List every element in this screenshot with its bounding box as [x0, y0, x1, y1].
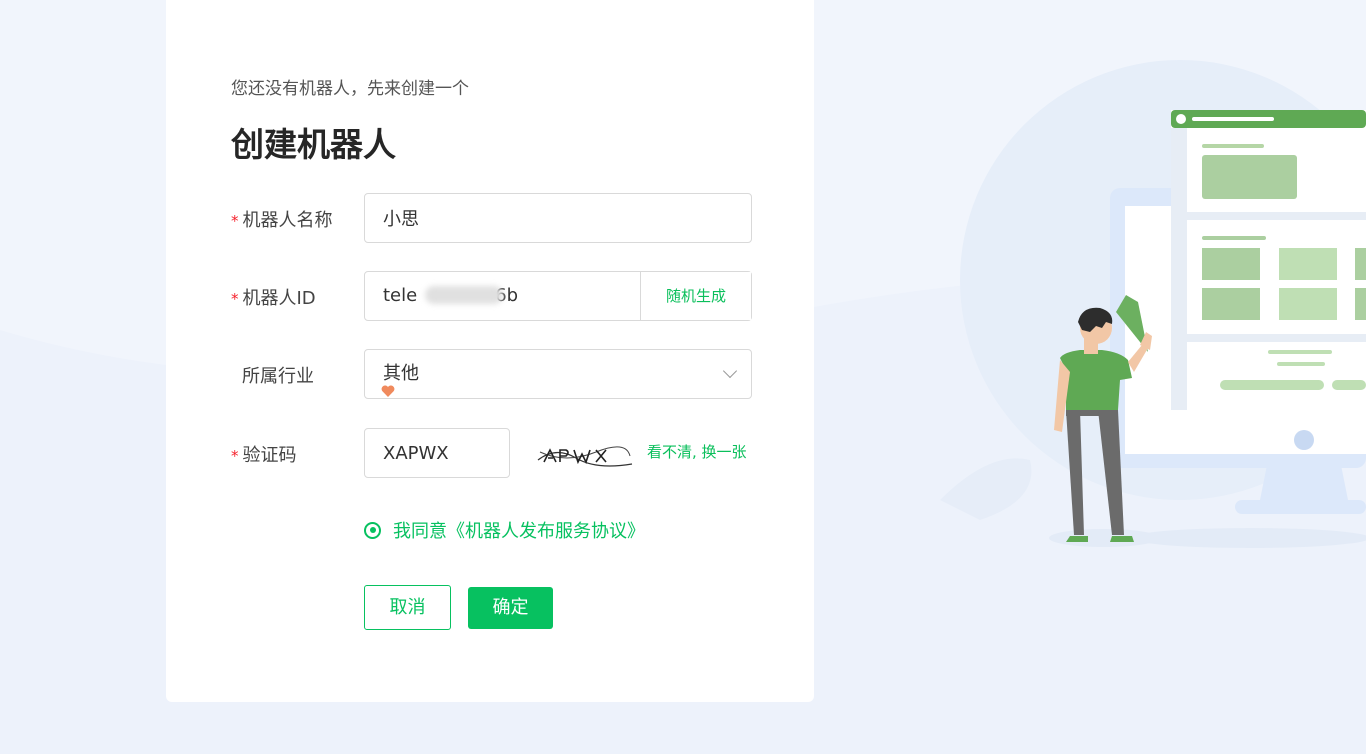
captcha-input[interactable] — [364, 428, 510, 478]
field-label-text: 机器人ID — [242, 288, 316, 309]
page-subtitle: 您还没有机器人，先来创建一个 — [231, 79, 469, 99]
bot-id-input[interactable]: tele 6b 随机生成 — [364, 271, 752, 321]
heart-icon — [381, 385, 395, 397]
bot-name-input[interactable] — [364, 193, 752, 243]
field-label-industry: 所属行业 — [231, 362, 314, 388]
monitor-person-illustration — [940, 110, 1366, 548]
required-marker: * — [231, 290, 239, 308]
required-marker: * — [231, 212, 239, 230]
required-marker: * — [231, 447, 239, 465]
field-label-captcha: * 验证码 — [231, 441, 297, 467]
field-label-name: * 机器人名称 — [231, 206, 333, 232]
page-title: 创建机器人 — [231, 125, 396, 164]
field-label-text: 所属行业 — [242, 366, 314, 387]
cancel-button[interactable]: 取消 — [364, 585, 451, 630]
redaction-blur — [425, 286, 503, 304]
field-label-id: * 机器人ID — [231, 284, 316, 310]
agreement-text[interactable]: 我同意《机器人发布服务协议》 — [393, 517, 645, 543]
industry-select[interactable]: 其他 — [364, 349, 752, 399]
field-row-id: * 机器人ID tele 6b 随机生成 — [166, 271, 814, 321]
field-row-captcha: *验证码 看不清, 换一张 — [166, 428, 814, 478]
field-row-industry: 所属行业 其他 — [166, 349, 814, 399]
captcha-refresh-link[interactable]: 看不清, 换一张 — [647, 441, 747, 462]
captcha-image[interactable] — [536, 438, 634, 470]
bot-id-prefix: tele — [383, 285, 418, 306]
field-label-text: 机器人名称 — [242, 210, 333, 231]
random-generate-button[interactable]: 随机生成 — [640, 272, 751, 320]
agreement-row[interactable]: 我同意《机器人发布服务协议》 — [364, 517, 645, 543]
radio-checked-icon[interactable] — [364, 521, 381, 539]
confirm-button[interactable]: 确定 — [468, 587, 553, 629]
field-row-name: * 机器人名称 — [166, 193, 814, 243]
field-label-text: 验证码 — [242, 445, 297, 466]
chevron-down-icon — [722, 363, 738, 379]
create-bot-card: 您还没有机器人，先来创建一个 创建机器人 *机器人名称 *机器人ID tele6… — [166, 0, 814, 702]
